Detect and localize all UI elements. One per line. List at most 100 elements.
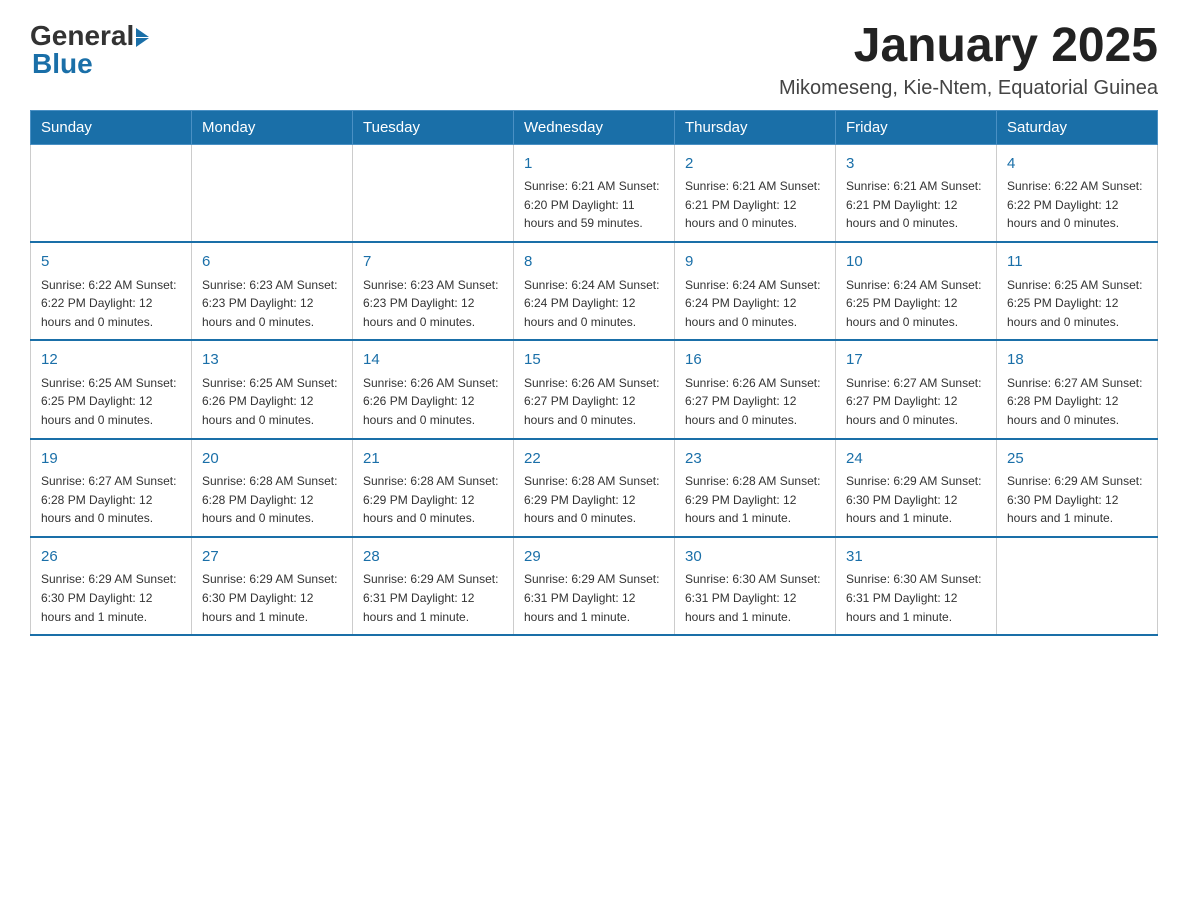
day-number: 2 xyxy=(685,153,825,176)
calendar-cell: 20Sunrise: 6:28 AM Sunset: 6:28 PM Dayli… xyxy=(192,439,353,537)
calendar-cell xyxy=(353,144,514,242)
day-info: Sunrise: 6:23 AM Sunset: 6:23 PM Dayligh… xyxy=(363,276,503,332)
calendar-cell: 21Sunrise: 6:28 AM Sunset: 6:29 PM Dayli… xyxy=(353,439,514,537)
day-number: 29 xyxy=(524,546,664,569)
calendar-cell: 3Sunrise: 6:21 AM Sunset: 6:21 PM Daylig… xyxy=(836,144,997,242)
calendar-cell xyxy=(192,144,353,242)
calendar-header-row: SundayMondayTuesdayWednesdayThursdayFrid… xyxy=(31,110,1158,144)
calendar-cell: 30Sunrise: 6:30 AM Sunset: 6:31 PM Dayli… xyxy=(675,537,836,635)
weekday-header: Thursday xyxy=(675,110,836,144)
day-number: 31 xyxy=(846,546,986,569)
calendar-cell: 23Sunrise: 6:28 AM Sunset: 6:29 PM Dayli… xyxy=(675,439,836,537)
day-number: 3 xyxy=(846,153,986,176)
calendar-week-row: 1Sunrise: 6:21 AM Sunset: 6:20 PM Daylig… xyxy=(31,144,1158,242)
weekday-header: Friday xyxy=(836,110,997,144)
day-info: Sunrise: 6:28 AM Sunset: 6:29 PM Dayligh… xyxy=(363,472,503,528)
calendar-cell: 7Sunrise: 6:23 AM Sunset: 6:23 PM Daylig… xyxy=(353,242,514,340)
calendar-cell: 29Sunrise: 6:29 AM Sunset: 6:31 PM Dayli… xyxy=(514,537,675,635)
day-number: 9 xyxy=(685,251,825,274)
day-number: 21 xyxy=(363,448,503,471)
calendar-cell xyxy=(997,537,1158,635)
calendar-cell: 26Sunrise: 6:29 AM Sunset: 6:30 PM Dayli… xyxy=(31,537,192,635)
calendar-cell: 14Sunrise: 6:26 AM Sunset: 6:26 PM Dayli… xyxy=(353,340,514,438)
calendar-cell: 12Sunrise: 6:25 AM Sunset: 6:25 PM Dayli… xyxy=(31,340,192,438)
day-number: 22 xyxy=(524,448,664,471)
calendar-cell: 18Sunrise: 6:27 AM Sunset: 6:28 PM Dayli… xyxy=(997,340,1158,438)
weekday-header: Saturday xyxy=(997,110,1158,144)
day-number: 16 xyxy=(685,349,825,372)
day-info: Sunrise: 6:27 AM Sunset: 6:27 PM Dayligh… xyxy=(846,374,986,430)
calendar-week-row: 19Sunrise: 6:27 AM Sunset: 6:28 PM Dayli… xyxy=(31,439,1158,537)
calendar-cell: 6Sunrise: 6:23 AM Sunset: 6:23 PM Daylig… xyxy=(192,242,353,340)
day-info: Sunrise: 6:25 AM Sunset: 6:25 PM Dayligh… xyxy=(41,374,181,430)
calendar-cell: 1Sunrise: 6:21 AM Sunset: 6:20 PM Daylig… xyxy=(514,144,675,242)
calendar-table: SundayMondayTuesdayWednesdayThursdayFrid… xyxy=(30,110,1158,636)
day-number: 30 xyxy=(685,546,825,569)
calendar-cell: 15Sunrise: 6:26 AM Sunset: 6:27 PM Dayli… xyxy=(514,340,675,438)
day-info: Sunrise: 6:24 AM Sunset: 6:25 PM Dayligh… xyxy=(846,276,986,332)
calendar-cell: 17Sunrise: 6:27 AM Sunset: 6:27 PM Dayli… xyxy=(836,340,997,438)
day-info: Sunrise: 6:22 AM Sunset: 6:22 PM Dayligh… xyxy=(41,276,181,332)
day-number: 19 xyxy=(41,448,181,471)
weekday-header: Monday xyxy=(192,110,353,144)
day-info: Sunrise: 6:21 AM Sunset: 6:21 PM Dayligh… xyxy=(846,177,986,233)
day-info: Sunrise: 6:29 AM Sunset: 6:30 PM Dayligh… xyxy=(202,570,342,626)
weekday-header: Tuesday xyxy=(353,110,514,144)
day-number: 25 xyxy=(1007,448,1147,471)
day-info: Sunrise: 6:22 AM Sunset: 6:22 PM Dayligh… xyxy=(1007,177,1147,233)
calendar-cell: 25Sunrise: 6:29 AM Sunset: 6:30 PM Dayli… xyxy=(997,439,1158,537)
calendar-week-row: 12Sunrise: 6:25 AM Sunset: 6:25 PM Dayli… xyxy=(31,340,1158,438)
day-number: 28 xyxy=(363,546,503,569)
day-info: Sunrise: 6:25 AM Sunset: 6:26 PM Dayligh… xyxy=(202,374,342,430)
day-number: 6 xyxy=(202,251,342,274)
day-number: 11 xyxy=(1007,251,1147,274)
day-info: Sunrise: 6:30 AM Sunset: 6:31 PM Dayligh… xyxy=(846,570,986,626)
calendar-cell: 22Sunrise: 6:28 AM Sunset: 6:29 PM Dayli… xyxy=(514,439,675,537)
day-number: 12 xyxy=(41,349,181,372)
day-info: Sunrise: 6:21 AM Sunset: 6:21 PM Dayligh… xyxy=(685,177,825,233)
day-info: Sunrise: 6:29 AM Sunset: 6:31 PM Dayligh… xyxy=(363,570,503,626)
day-info: Sunrise: 6:28 AM Sunset: 6:29 PM Dayligh… xyxy=(524,472,664,528)
day-number: 14 xyxy=(363,349,503,372)
calendar-cell: 13Sunrise: 6:25 AM Sunset: 6:26 PM Dayli… xyxy=(192,340,353,438)
month-title: January 2025 xyxy=(779,20,1158,73)
day-info: Sunrise: 6:23 AM Sunset: 6:23 PM Dayligh… xyxy=(202,276,342,332)
day-number: 20 xyxy=(202,448,342,471)
day-number: 23 xyxy=(685,448,825,471)
calendar-cell: 5Sunrise: 6:22 AM Sunset: 6:22 PM Daylig… xyxy=(31,242,192,340)
day-number: 15 xyxy=(524,349,664,372)
calendar-cell: 11Sunrise: 6:25 AM Sunset: 6:25 PM Dayli… xyxy=(997,242,1158,340)
calendar-cell xyxy=(31,144,192,242)
calendar-cell: 8Sunrise: 6:24 AM Sunset: 6:24 PM Daylig… xyxy=(514,242,675,340)
day-info: Sunrise: 6:27 AM Sunset: 6:28 PM Dayligh… xyxy=(41,472,181,528)
calendar-week-row: 26 Sunrise: 6:29 AM Sunset: 6:30 PM Dayli… xyxy=(31,537,1158,635)
day-number: 4 xyxy=(1007,153,1147,176)
day-info: Sunrise: 6:26 AM Sunset: 6:27 PM Dayligh… xyxy=(685,374,825,430)
day-info: Sunrise: 6:27 AM Sunset: 6:28 PM Dayligh… xyxy=(1007,374,1147,430)
calendar-cell: 27Sunrise: 6:29 AM Sunset: 6:30 PM Dayli… xyxy=(192,537,353,635)
calendar-cell: 24Sunrise: 6:29 AM Sunset: 6:30 PM Dayli… xyxy=(836,439,997,537)
day-info: Sunrise: 6:26 AM Sunset: 6:26 PM Dayligh… xyxy=(363,374,503,430)
day-number: 24 xyxy=(846,448,986,471)
day-number: 26 xyxy=(41,546,181,569)
day-number: 27 xyxy=(202,546,342,569)
day-info: Sunrise: 6:21 AM Sunset: 6:20 PM Dayligh… xyxy=(524,177,664,233)
day-info: Sunrise: 6:25 AM Sunset: 6:25 PM Dayligh… xyxy=(1007,276,1147,332)
day-info: Sunrise: 6:24 AM Sunset: 6:24 PM Dayligh… xyxy=(524,276,664,332)
calendar-cell: 19Sunrise: 6:27 AM Sunset: 6:28 PM Dayli… xyxy=(31,439,192,537)
calendar-cell: 16Sunrise: 6:26 AM Sunset: 6:27 PM Dayli… xyxy=(675,340,836,438)
day-number: 1 xyxy=(524,153,664,176)
day-number: 8 xyxy=(524,251,664,274)
calendar-cell: 9Sunrise: 6:24 AM Sunset: 6:24 PM Daylig… xyxy=(675,242,836,340)
day-number: 18 xyxy=(1007,349,1147,372)
day-number: 17 xyxy=(846,349,986,372)
calendar-cell: 28Sunrise: 6:29 AM Sunset: 6:31 PM Dayli… xyxy=(353,537,514,635)
day-info: Sunrise: 6:29 AM Sunset: 6:30 PM Dayligh… xyxy=(1007,472,1147,528)
weekday-header: Wednesday xyxy=(514,110,675,144)
day-number: 13 xyxy=(202,349,342,372)
calendar-cell: 10Sunrise: 6:24 AM Sunset: 6:25 PM Dayli… xyxy=(836,242,997,340)
day-number: 5 xyxy=(41,251,181,274)
location-title: Mikomeseng, Kie-Ntem, Equatorial Guinea xyxy=(779,77,1158,100)
day-number: 7 xyxy=(363,251,503,274)
logo-blue: Blue xyxy=(32,48,93,80)
